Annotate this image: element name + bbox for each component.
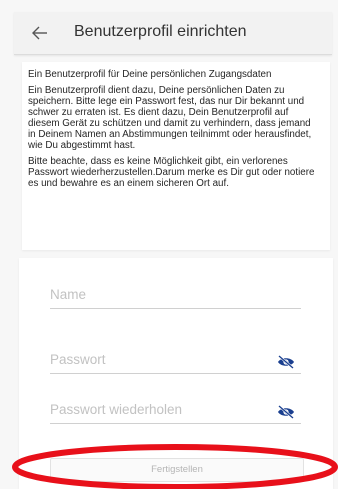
info-paragraph-profile: Ein Benutzerprofil dient dazu, Deine per… <box>28 85 312 151</box>
password-repeat-field[interactable]: Passwort wiederholen <box>50 393 301 424</box>
app-bar: Benutzerprofil einrichten <box>14 12 332 55</box>
name-field-label: Name <box>50 287 87 302</box>
password-repeat-visibility-toggle[interactable] <box>277 405 295 419</box>
arrow-left-icon <box>32 26 47 40</box>
back-button[interactable] <box>28 20 52 46</box>
password-field-label: Passwort <box>50 352 106 367</box>
password-repeat-field-label: Passwort wiederholen <box>50 402 183 417</box>
page-title: Benutzerprofil einrichten <box>74 23 247 40</box>
eye-off-icon <box>278 355 294 369</box>
password-field[interactable]: Passwort <box>50 343 301 374</box>
password-visibility-toggle[interactable] <box>277 355 295 369</box>
eye-off-icon <box>278 405 294 419</box>
name-field[interactable]: Name <box>50 278 301 309</box>
info-paragraph-password: Bitte beachte, dass es keine Möglichkeit… <box>28 156 315 189</box>
info-text-block: Ein Benutzerprofil für Deine persönliche… <box>28 69 318 194</box>
info-heading: Ein Benutzerprofil für Deine persönliche… <box>28 69 272 80</box>
finish-button[interactable]: Fertigstellen <box>50 458 304 482</box>
